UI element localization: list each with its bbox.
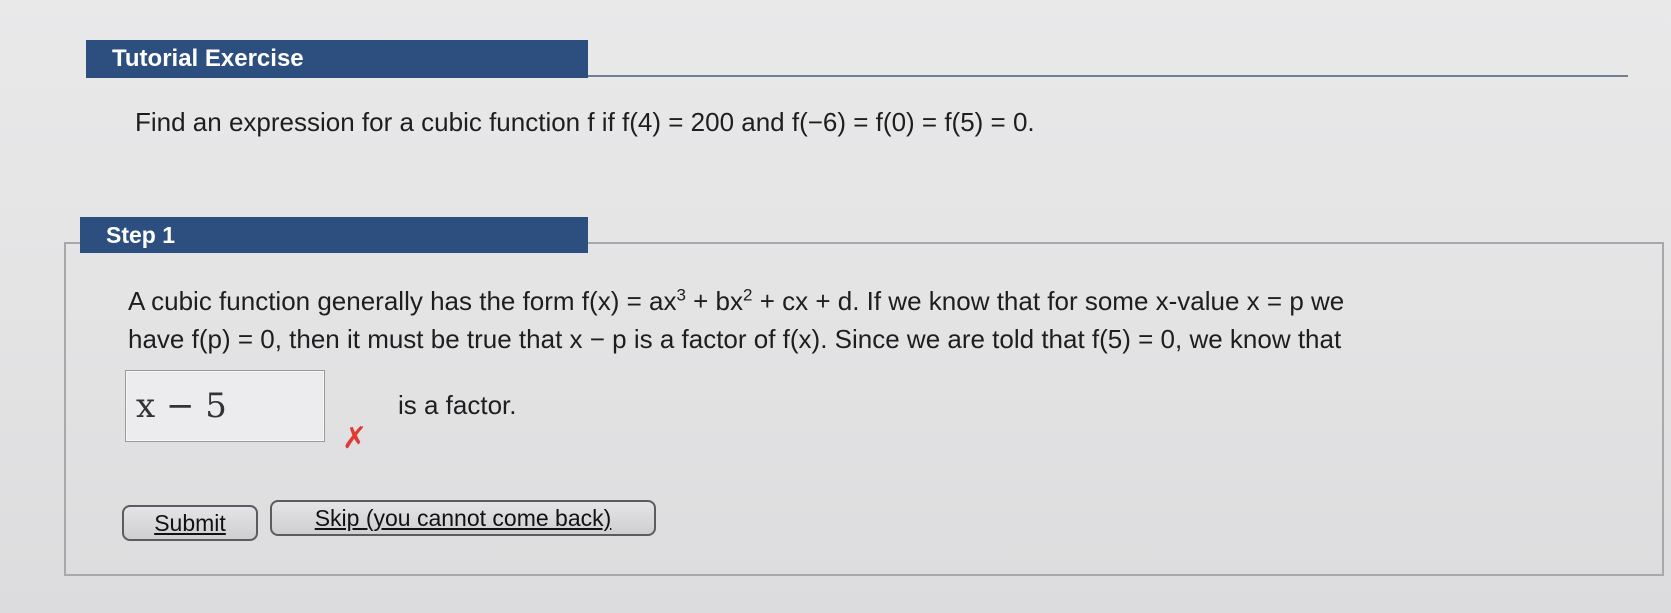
explanation-text: A cubic function generally has the form … bbox=[128, 286, 677, 316]
exponent-3: 3 bbox=[676, 285, 686, 305]
skip-button[interactable]: Skip (you cannot come back) bbox=[270, 500, 656, 536]
step-1-explanation: A cubic function generally has the form … bbox=[128, 282, 1608, 358]
explanation-text: + bx bbox=[685, 286, 743, 316]
is-a-factor-label: is a factor. bbox=[398, 390, 517, 420]
header-divider bbox=[588, 75, 1628, 77]
explanation-line-2: have f(p) = 0, then it must be true that… bbox=[128, 324, 1342, 354]
tutorial-exercise-header: Tutorial Exercise bbox=[86, 40, 588, 78]
submit-button[interactable]: Submit bbox=[122, 505, 258, 541]
factor-answer-input[interactable]: x − 5 bbox=[125, 370, 325, 442]
step-1-header: Step 1 bbox=[80, 217, 588, 253]
explanation-line-1: A cubic function generally has the form … bbox=[128, 282, 1608, 320]
incorrect-x-icon: ✗ bbox=[342, 422, 368, 455]
explanation-text: + cx + d. If we know that for some x-val… bbox=[752, 286, 1345, 316]
problem-statement: Find an expression for a cubic function … bbox=[135, 107, 1035, 137]
